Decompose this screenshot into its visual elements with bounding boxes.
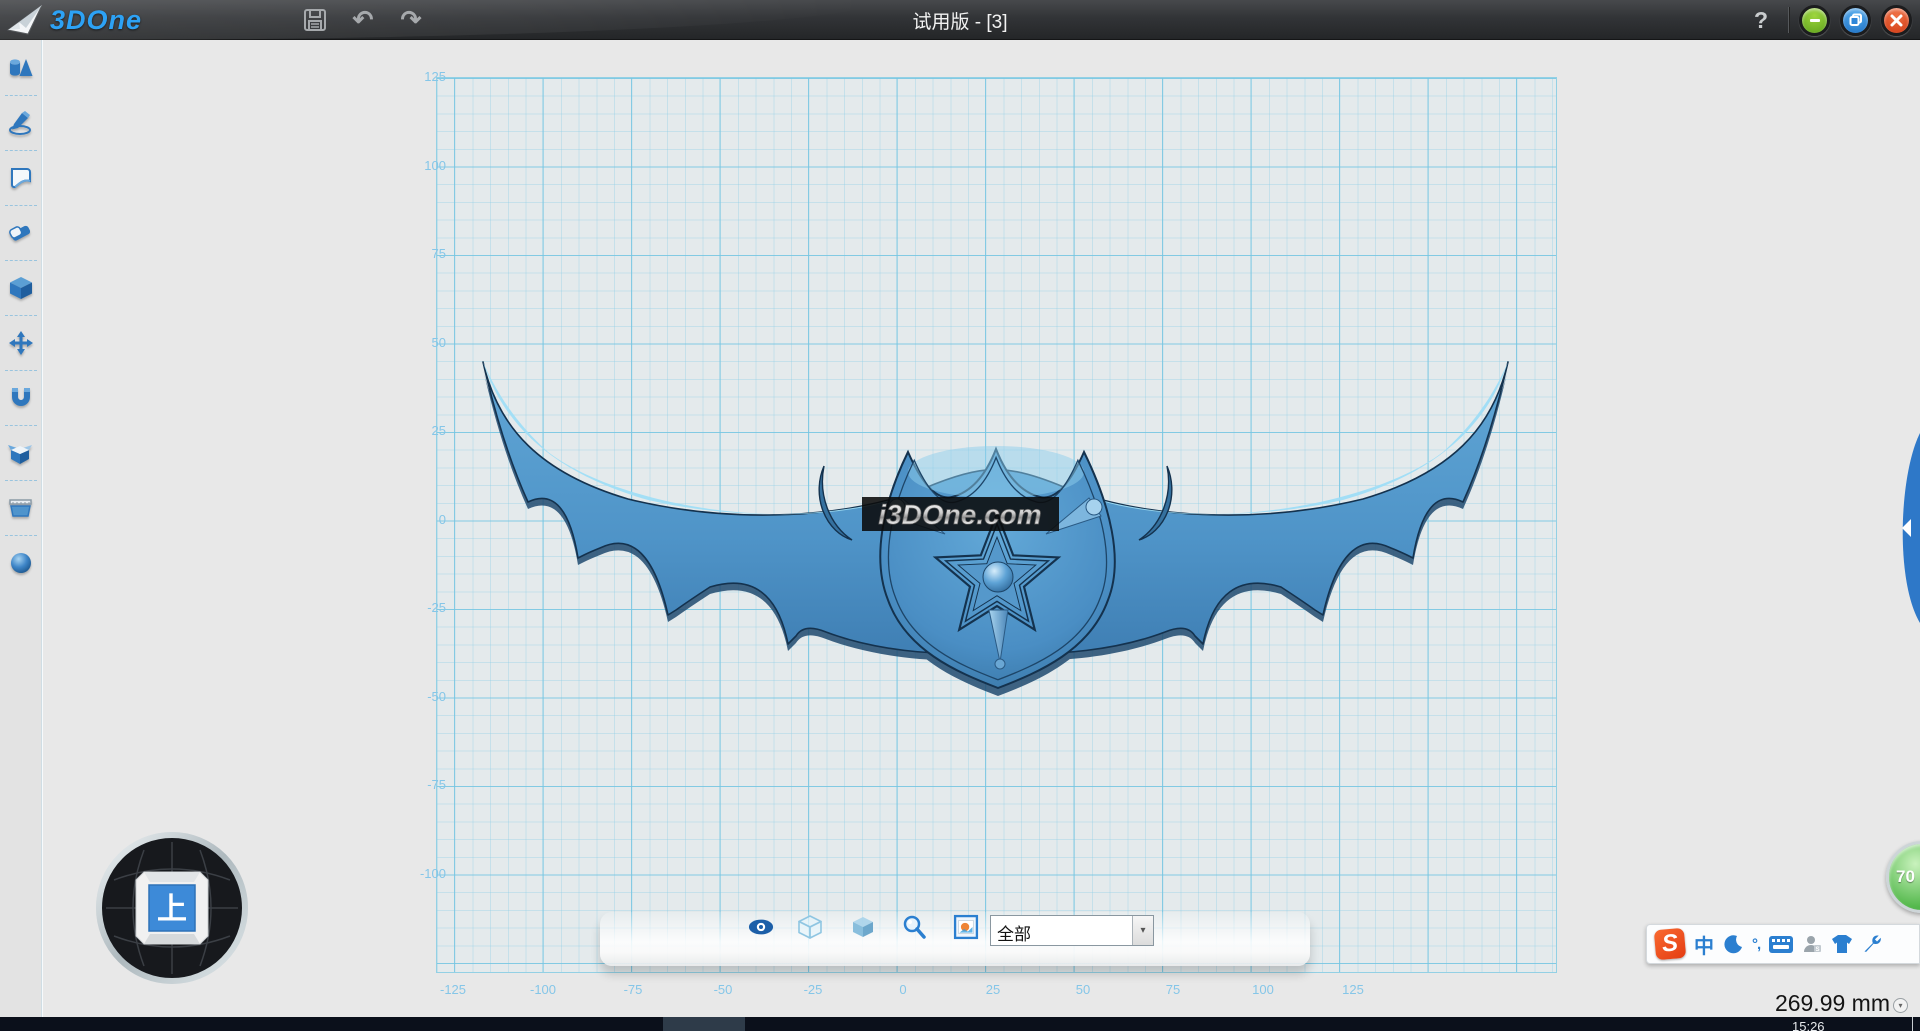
- sketch-pencil-icon: [8, 110, 34, 136]
- axis-x-label: -75: [608, 982, 658, 997]
- visibility-eye-icon: [748, 917, 774, 937]
- ime-logo[interactable]: S: [1654, 928, 1687, 961]
- close-button[interactable]: [1881, 5, 1912, 36]
- zoom-magnifier-icon: [901, 914, 927, 940]
- titlebar: 3DOne ↶ ↷ 试用版 - [3] ?: [0, 0, 1920, 40]
- render-image-icon: [953, 913, 979, 941]
- shaded-cube-icon: [850, 914, 876, 940]
- trial-days-value: 70: [1896, 867, 1915, 887]
- minimize-button[interactable]: [1799, 5, 1830, 36]
- axis-x-label: 125: [1328, 982, 1378, 997]
- show-desktop-divider[interactable]: [1912, 1017, 1913, 1031]
- taskbar-clock: 15:26: [1792, 1019, 1825, 1031]
- measure-ruler-icon: [7, 496, 34, 520]
- axis-y-label: 125: [390, 69, 446, 84]
- help-button[interactable]: ?: [1744, 7, 1778, 34]
- ime-toolbar: S 中 °, S: [1646, 924, 1920, 964]
- grid-plane[interactable]: [436, 77, 1557, 973]
- tool-move-button[interactable]: [0, 315, 42, 370]
- restore-icon: [1848, 12, 1864, 28]
- measurement-toggle[interactable]: ▾: [1893, 998, 1908, 1013]
- axis-x-label: -50: [698, 982, 748, 997]
- axis-y-label: 0: [390, 512, 446, 527]
- eraser-icon: [7, 220, 34, 246]
- axis-x-label: 0: [878, 982, 928, 997]
- ime-account-icon[interactable]: S: [1802, 934, 1822, 954]
- axis-y-label: 50: [390, 335, 446, 350]
- display-filter-dropdown[interactable]: 全部 ▾: [990, 915, 1154, 946]
- ime-settings-wrench-icon[interactable]: [1862, 934, 1882, 954]
- titlebar-separator: [1788, 7, 1789, 33]
- display-filter-value: 全部: [991, 916, 1132, 945]
- axis-y-label: -25: [390, 600, 446, 615]
- tool-feature-button[interactable]: [0, 260, 42, 315]
- solid-primitives-icon: [7, 55, 34, 81]
- axis-y-label: 100: [390, 158, 446, 173]
- measurement-readout: 269.99 mm: [1690, 990, 1890, 1017]
- minimize-icon: [1807, 12, 1823, 28]
- magnet-icon: [8, 385, 34, 411]
- axis-x-label: 50: [1058, 982, 1108, 997]
- axis-x-label: -25: [788, 982, 838, 997]
- svg-text:S: S: [1816, 947, 1820, 953]
- tool-sketch-surface-button[interactable]: [0, 150, 42, 205]
- collapsed-panel-handle[interactable]: [1894, 433, 1920, 623]
- cube-icon: [8, 275, 34, 301]
- axis-y-label: -50: [390, 689, 446, 704]
- ime-skin-icon[interactable]: [1831, 934, 1853, 954]
- axis-x-label: -100: [518, 982, 568, 997]
- axis-x-label: 100: [1238, 982, 1288, 997]
- ime-keyboard-icon[interactable]: [1769, 936, 1793, 953]
- render-image-button[interactable]: [953, 914, 979, 940]
- wireframe-mode-button[interactable]: [797, 914, 823, 940]
- surface-sheet-icon: [8, 165, 34, 191]
- view-cube-face-label: 上: [157, 893, 187, 926]
- os-taskbar: 15:26: [0, 1017, 1920, 1031]
- tool-primitives-button[interactable]: [0, 40, 42, 95]
- axis-y-label: -100: [390, 866, 446, 881]
- tool-sketch-button[interactable]: [0, 95, 42, 150]
- axis-y-label: -75: [390, 777, 446, 792]
- axis-y-label: 75: [390, 246, 446, 261]
- move-arrows-icon: [8, 330, 34, 356]
- wireframe-cube-icon: [797, 914, 823, 940]
- zoom-button[interactable]: [901, 914, 927, 940]
- close-icon: [1889, 13, 1904, 28]
- tool-sidebar: [0, 40, 42, 1017]
- axis-x-label: 75: [1148, 982, 1198, 997]
- ime-language-mode[interactable]: 中: [1694, 930, 1714, 959]
- ime-fullwidth-moon-icon[interactable]: [1723, 934, 1743, 954]
- axis-x-label: 25: [968, 982, 1018, 997]
- tool-material-button[interactable]: [0, 535, 42, 590]
- viewport-canvas[interactable]: 125 100 75 50 25 0 -25 -50 -75 -100 -125 -100 -75 -50…: [42, 40, 1920, 1017]
- ime-punctuation-mode[interactable]: °,: [1752, 936, 1760, 953]
- window-title: 试用版 - [3]: [0, 0, 1920, 40]
- visibility-button[interactable]: [748, 914, 774, 940]
- open-box-icon: [7, 440, 34, 466]
- tool-assembly-button[interactable]: [0, 370, 42, 425]
- dropdown-arrow-icon[interactable]: ▾: [1132, 916, 1153, 945]
- view-cube[interactable]: 上: [92, 828, 252, 988]
- tool-special-button[interactable]: [0, 425, 42, 480]
- taskbar-app-button[interactable]: [663, 1017, 745, 1031]
- axis-x-label: -125: [428, 982, 478, 997]
- tool-measure-button[interactable]: [0, 480, 42, 535]
- maximize-button[interactable]: [1840, 5, 1871, 36]
- tool-trim-button[interactable]: [0, 205, 42, 260]
- axis-y-label: 25: [390, 423, 446, 438]
- material-sphere-icon: [8, 550, 34, 576]
- shaded-mode-button[interactable]: [850, 914, 876, 940]
